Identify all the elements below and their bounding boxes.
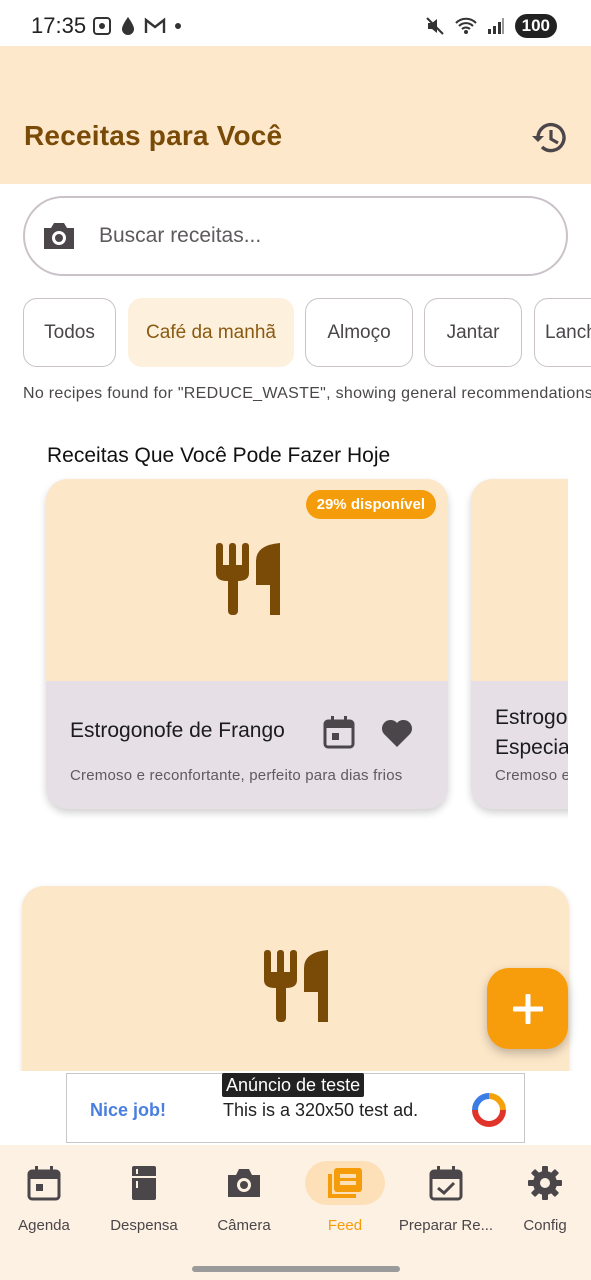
status-notification-icons (92, 16, 182, 36)
recipe-image-placeholder: 29% disponível (46, 479, 448, 681)
feed-icon (328, 1168, 362, 1198)
drop-icon (122, 17, 134, 35)
fridge-icon (132, 1166, 156, 1200)
recipe-carousel[interactable]: 29% disponível Estrogonofe de Frango Cre… (0, 470, 568, 830)
schedule-button[interactable] (322, 715, 356, 749)
availability-badge: 29% disponível (305, 490, 436, 519)
gear-icon (528, 1166, 562, 1200)
wifi-icon (454, 17, 477, 34)
restaurant-icon (264, 950, 328, 1022)
nav-label: Config (523, 1217, 567, 1234)
ad-text: This is a 320x50 test ad. (223, 1100, 419, 1120)
plus-icon (512, 993, 543, 1024)
recipe-description: Cremoso e reconfortante, perfeito para d… (70, 767, 403, 784)
nav-item-feed[interactable]: Feed (295, 1161, 395, 1234)
chip-jantar[interactable]: Jantar (424, 298, 522, 367)
ad-nice-text: Nice job! (90, 1100, 167, 1120)
screenshot-icon (93, 17, 111, 35)
gmail-icon (144, 17, 166, 33)
camera-icon (228, 1169, 260, 1197)
nav-label: Câmera (217, 1217, 271, 1234)
status-system-icons: 100 (425, 14, 557, 38)
chip-cafe-da-manha[interactable]: Café da manhã (128, 298, 294, 367)
heart-icon (381, 719, 413, 747)
mute-icon (425, 17, 444, 35)
nav-label: Agenda (18, 1217, 70, 1234)
history-button[interactable] (530, 118, 570, 158)
ad-test-label: Anúncio de teste (222, 1073, 365, 1097)
nav-item-camera[interactable]: Câmera (194, 1161, 294, 1234)
nav-item-config[interactable]: Config (495, 1161, 591, 1234)
nav-item-despensa[interactable]: Despensa (94, 1161, 194, 1234)
bottom-navigation: Agenda Despensa Câmera Feed Preparar Re.… (0, 1145, 591, 1280)
history-icon (532, 122, 566, 153)
nav-label: Preparar Re... (398, 1217, 494, 1234)
recipe-name: Estrogonofe Especial (495, 706, 568, 759)
recipe-name: Estrogonofe de Frango (70, 719, 285, 742)
nav-item-preparar-receitas[interactable]: Preparar Re... (396, 1161, 496, 1234)
chip-todos[interactable]: Todos (23, 298, 116, 367)
recipe-description: Cremoso e reconfortante (495, 767, 568, 784)
status-bar: 17:35 100 (0, 0, 591, 46)
nav-label: Despensa (110, 1217, 178, 1234)
ad-logo-icon (472, 1093, 506, 1127)
home-indicator (192, 1266, 400, 1272)
page-title: Receitas para Você (24, 120, 283, 151)
calendar-icon (323, 716, 355, 749)
app-bar: Receitas para Você (0, 46, 591, 184)
nav-item-agenda[interactable]: Agenda (0, 1161, 94, 1234)
nav-label: Feed (327, 1217, 363, 1234)
add-recipe-button[interactable] (487, 968, 568, 1049)
camera-search-icon[interactable] (41, 220, 77, 252)
chip-almoco[interactable]: Almoço (305, 298, 413, 367)
section-title: Receitas Que Você Pode Fazer Hoje (47, 444, 391, 467)
category-chips: Todos Café da manhã Almoço Jantar Lanche (23, 298, 591, 368)
battery-indicator: 100 (514, 14, 557, 38)
status-time: 17:35 (31, 13, 87, 38)
no-results-notice: No recipes found for "REDUCE_WASTE", sho… (23, 385, 591, 402)
recipe-card[interactable]: Estrogonofe Especial Cremoso e reconfort… (471, 479, 568, 809)
search-input[interactable] (99, 218, 539, 254)
recipe-card[interactable]: 29% disponível Estrogonofe de Frango Cre… (46, 479, 448, 809)
restaurant-icon (216, 543, 280, 615)
featured-recipe-card[interactable] (22, 886, 569, 1076)
app-screen: 17:35 100 Receitas para Você Buscar rece… (0, 0, 591, 1280)
calendar-check-icon (429, 1166, 463, 1201)
recipe-image-placeholder (471, 479, 568, 681)
search-bar (23, 196, 568, 276)
calendar-icon (27, 1166, 61, 1201)
favorite-button[interactable] (380, 717, 414, 749)
dot-icon (175, 23, 181, 29)
chip-lanche[interactable]: Lanche (534, 298, 591, 367)
signal-icon (487, 18, 504, 34)
